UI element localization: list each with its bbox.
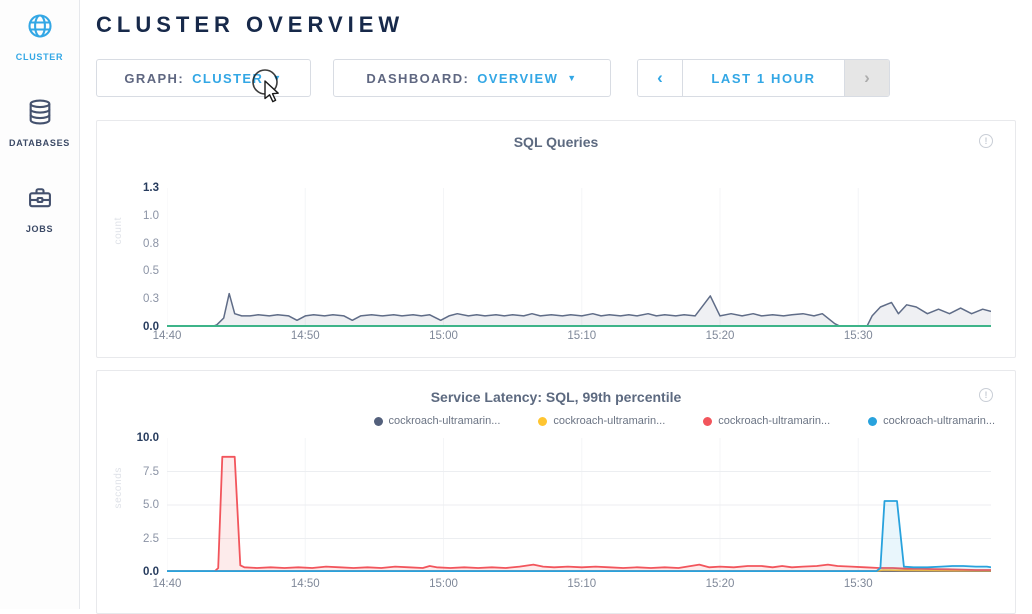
y-tick-label: 0.3 xyxy=(143,291,159,307)
time-prev-button[interactable]: ‹ xyxy=(638,60,682,96)
y-tick-label: 2.5 xyxy=(143,531,159,547)
y-tick-label: 7.5 xyxy=(143,464,159,480)
legend-item[interactable]: cockroach-ultramarin... xyxy=(868,415,995,427)
controls-bar: GRAPH: CLUSTER ▼ DASHBOARD: OVERVIEW ▼ ‹… xyxy=(96,59,1016,97)
legend-item[interactable]: cockroach-ultramarin... xyxy=(374,415,501,427)
sidebar-item-jobs[interactable]: JOBS xyxy=(26,184,54,234)
x-tick-label: 15:30 xyxy=(844,330,873,342)
sidebar-item-databases[interactable]: DATABASES xyxy=(9,98,70,148)
sql-queries-plot[interactable] xyxy=(167,188,991,327)
y-axis-ticks: 1.31.00.80.50.30.0 xyxy=(117,180,159,335)
x-tick-label: 14:40 xyxy=(153,578,182,590)
x-tick-label: 15:00 xyxy=(429,330,458,342)
x-tick-label: 15:20 xyxy=(706,330,735,342)
chart-card-sql-queries: SQL Queries ! count 1.31.00.80.50.30.0 1… xyxy=(96,120,1016,358)
legend-label: cockroach-ultramarin... xyxy=(718,415,830,427)
main-content: CLUSTER OVERVIEW GRAPH: CLUSTER ▼ DASHBO… xyxy=(80,0,1032,609)
x-tick-label: 15:10 xyxy=(567,330,596,342)
chart-title: Service Latency: SQL, 99th percentile xyxy=(97,389,1015,405)
info-icon[interactable]: ! xyxy=(979,134,993,148)
briefcase-icon xyxy=(26,184,54,217)
y-tick-label: 5.0 xyxy=(143,497,159,513)
legend-item[interactable]: cockroach-ultramarin... xyxy=(538,415,665,427)
chevron-down-icon: ▼ xyxy=(567,73,577,83)
legend-label: cockroach-ultramarin... xyxy=(883,415,995,427)
x-tick-label: 14:50 xyxy=(291,330,320,342)
legend-dot-icon xyxy=(703,417,712,426)
dashboard-dropdown-value: OVERVIEW xyxy=(477,71,558,86)
x-tick-label: 15:30 xyxy=(844,578,873,590)
y-tick-label: 1.3 xyxy=(143,180,159,196)
databases-icon xyxy=(26,98,54,131)
graph-dropdown-value: CLUSTER xyxy=(192,71,263,86)
legend-dot-icon xyxy=(868,417,877,426)
y-tick-label: 1.0 xyxy=(143,208,159,224)
dashboard-dropdown[interactable]: DASHBOARD: OVERVIEW ▼ xyxy=(333,59,611,97)
y-tick-label: 10.0 xyxy=(137,430,159,446)
y-tick-label: 0.5 xyxy=(143,263,159,279)
legend-label: cockroach-ultramarin... xyxy=(553,415,665,427)
time-range-selector: ‹ LAST 1 HOUR › xyxy=(637,59,890,97)
graph-dropdown-label: GRAPH: xyxy=(124,71,184,86)
legend-dot-icon xyxy=(374,417,383,426)
sidebar: CLUSTER DATABASES JOBS xyxy=(0,0,80,609)
legend-item[interactable]: cockroach-ultramarin... xyxy=(703,415,830,427)
page-title: CLUSTER OVERVIEW xyxy=(96,12,1016,38)
x-tick-label: 14:40 xyxy=(153,330,182,342)
x-tick-label: 15:10 xyxy=(567,578,596,590)
x-tick-label: 15:20 xyxy=(706,578,735,590)
time-range-display[interactable]: LAST 1 HOUR xyxy=(682,60,845,96)
y-axis-ticks: 10.07.55.02.50.0 xyxy=(117,430,159,580)
service-latency-plot[interactable] xyxy=(167,438,991,572)
dashboard-dropdown-label: DASHBOARD: xyxy=(366,71,469,86)
x-tick-label: 14:50 xyxy=(291,578,320,590)
x-tick-label: 15:00 xyxy=(429,578,458,590)
legend-dot-icon xyxy=(538,417,547,426)
sidebar-item-label: JOBS xyxy=(26,224,53,234)
sidebar-item-cluster[interactable]: CLUSTER xyxy=(16,12,63,62)
info-icon[interactable]: ! xyxy=(979,388,993,402)
x-axis-ticks: 14:4014:5015:0015:1015:2015:30 xyxy=(167,578,991,594)
legend-label: cockroach-ultramarin... xyxy=(389,415,501,427)
graph-dropdown[interactable]: GRAPH: CLUSTER ▼ xyxy=(96,59,311,97)
chevron-down-icon: ▼ xyxy=(272,73,282,83)
globe-icon xyxy=(26,12,54,45)
chart-card-service-latency: Service Latency: SQL, 99th percentile ! … xyxy=(96,370,1016,614)
sidebar-item-label: CLUSTER xyxy=(16,52,63,62)
chart-title: SQL Queries xyxy=(97,134,1015,150)
y-tick-label: 0.8 xyxy=(143,236,159,252)
x-axis-ticks: 14:4014:5015:0015:1015:2015:30 xyxy=(167,330,991,346)
sidebar-item-label: DATABASES xyxy=(9,138,70,148)
time-next-button[interactable]: › xyxy=(845,60,889,96)
chart-legend: cockroach-ultramarin... cockroach-ultrama… xyxy=(374,415,996,427)
